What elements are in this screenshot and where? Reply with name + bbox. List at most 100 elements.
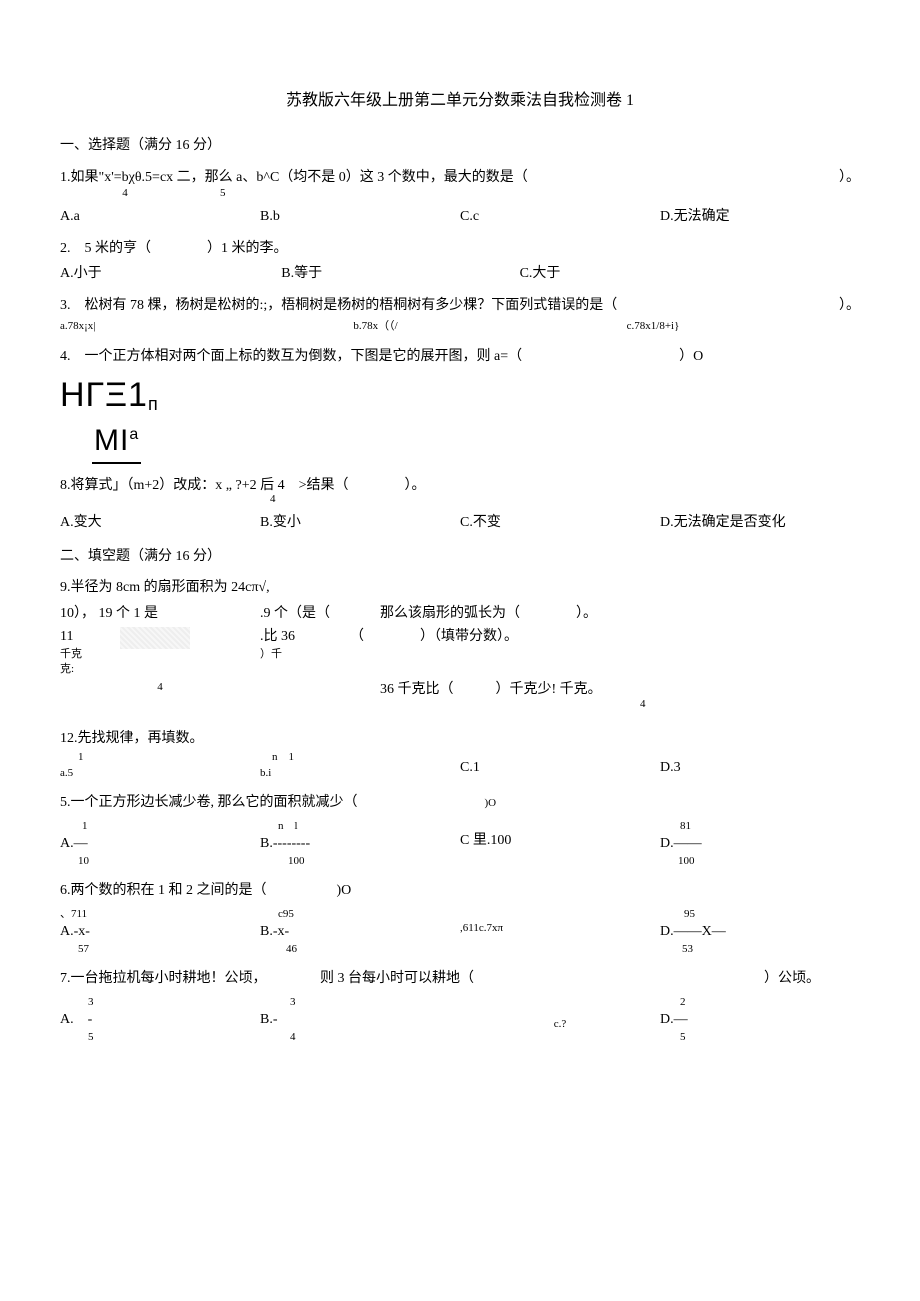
q7-text: 7.一台拖拉机每小时耕地！公顷，	[60, 969, 320, 989]
q7d-bot: 5	[680, 1030, 860, 1045]
q1-sub4: 4	[60, 186, 190, 201]
q6d-mid: D.——X—	[660, 922, 860, 942]
q1-opt-a: A.a	[60, 207, 260, 227]
q7c: c.?	[460, 995, 660, 1045]
q7-tail: ）公顷。	[580, 969, 860, 989]
q11-f: 4	[640, 697, 860, 712]
blur-placeholder	[120, 627, 190, 649]
question-8: 8.将算式」（m+2）改成：x „ ?+2 后 4 >结果（ ）。 4 A.变大…	[60, 476, 860, 533]
q12-text: 12.先找规律，再填数。	[60, 729, 860, 749]
question-4: 4. 一个正方体相对两个面上标的数互为倒数，下图是它的展开图，则 a=（ ）O …	[60, 347, 860, 464]
q6c: ,611c.7xπ	[460, 907, 660, 957]
q4-tail: ）O	[679, 349, 703, 364]
fig-row2: MI	[94, 424, 129, 457]
q1-text: 1.如果"x'=bχθ.5=cx 二，那么 a、b^C（均不是 0）这 3 个数…	[60, 170, 528, 185]
q2-opt-c: C.大于	[520, 264, 860, 284]
q5-text: 5.一个正方形边长减少卷, 那么它的面积就减少（	[60, 795, 358, 810]
question-1: 1.如果"x'=bχθ.5=cx 二，那么 a、b^C（均不是 0）这 3 个数…	[60, 168, 860, 227]
q5d-top: 81	[680, 819, 860, 834]
q6-text: 6.两个数的积在 1 和 2 之间的是（ )O	[60, 881, 860, 901]
q3-opt-a: a.78x¡x|	[60, 319, 293, 334]
q9-text: 9.半径为 8cm 的扇形面积为 24cπ√,	[60, 578, 860, 598]
q9-tail: 那么该扇形的弧长为（ ）。	[380, 604, 860, 624]
q1-opt-b: B.b	[260, 207, 460, 227]
q5b-top: n l	[278, 819, 460, 834]
q7b-mid: B.-	[260, 1010, 460, 1030]
q7-mid: 则 3 台每小时可以耕地（	[320, 969, 580, 989]
q5a-bot: 10	[78, 854, 260, 869]
section-1-head: 一、选择题（满分 16 分）	[60, 136, 860, 156]
question-6: 6.两个数的积在 1 和 2 之间的是（ )O 、711 A.-x- 57 c9…	[60, 881, 860, 957]
q11-d: 4	[60, 680, 260, 713]
cube-net-figure: HГΞ1п MIa	[60, 372, 860, 464]
q3-text: 3. 松树有 78 棵，杨树是松树的:;，梧桐树是杨树的梧桐树有多少棵？下面列式…	[60, 298, 617, 313]
q12-b-bot: b.i	[260, 766, 460, 781]
q8-opt-c: C.不变	[460, 513, 660, 533]
q8-opt-a: A.变大	[60, 513, 260, 533]
q11-a1: 11	[60, 627, 120, 647]
q1-opt-d: D.无法确定	[660, 207, 860, 227]
q5-tail: )O	[485, 797, 497, 809]
q11-b2: ）千	[260, 647, 350, 662]
q6a-top: 、711	[60, 907, 260, 922]
question-11-row2: 4 36 千克比（ ）千克少! 千克。 4	[60, 680, 860, 713]
q1-opt-c: C.c	[460, 207, 660, 227]
q6b-top: c95	[278, 907, 460, 922]
q7a-bot: 5	[88, 1030, 260, 1045]
q1-tail: ）。	[839, 168, 860, 188]
q7b-bot: 4	[290, 1030, 460, 1045]
q10-b: .9 个（是（	[260, 604, 380, 624]
q12-b-top: n 1	[272, 750, 460, 765]
question-5: 5.一个正方形边长减少卷, 那么它的面积就减少（ )O 1 A.— 10 n l…	[60, 793, 860, 869]
question-10: 10）， 19 个 1 是 .9 个（是（ 那么该扇形的弧长为（ ）。	[60, 604, 860, 624]
q11-a3: 克:	[60, 662, 120, 677]
q5a-top: 1	[82, 819, 260, 834]
q11-a2: 千克	[60, 647, 120, 662]
q2-opt-a: A.小于	[60, 264, 281, 284]
q7a-top: 3	[88, 995, 260, 1010]
q3-tail: ）。	[839, 296, 860, 316]
question-11: 11 千克 克: .比 36 ）千 （ ）（填带分数）。	[60, 627, 860, 677]
q7d-top: 2	[680, 995, 860, 1010]
q6b-bot: 46	[286, 942, 460, 957]
q7b-top: 3	[290, 995, 460, 1010]
q5a-mid: A.—	[60, 834, 260, 854]
question-12: 12.先找规律，再填数。 1 a.5 n 1 b.i C.1 D.3	[60, 729, 860, 781]
question-3: 3. 松树有 78 棵，杨树是松树的:;，梧桐树是杨树的梧桐树有多少棵？下面列式…	[60, 296, 860, 335]
q8-opt-d: D.无法确定是否变化	[660, 513, 860, 533]
q6d-top: 95	[684, 907, 860, 922]
page-title: 苏教版六年级上册第二单元分数乘法自我检测卷 1	[60, 90, 860, 112]
fig-row2-sup: a	[129, 426, 139, 443]
fig-pi: п	[148, 394, 158, 414]
q2-opt-b: B.等于	[281, 264, 519, 284]
q5d-bot: 100	[678, 854, 860, 869]
section-2-head: 二、填空题（满分 16 分）	[60, 547, 860, 567]
q6d-bot: 53	[682, 942, 860, 957]
q11-c: （ ）（填带分数）。	[350, 627, 860, 647]
q3-opt-c: c.78x1/8+i}	[587, 319, 860, 334]
q7a-mid: A. -	[60, 1010, 260, 1030]
q5b-mid: B.--------	[260, 834, 460, 854]
q7d-mid: D.—	[660, 1010, 860, 1030]
q5d-mid: D.——	[660, 834, 860, 854]
fig-row1: HГΞ1	[60, 376, 148, 414]
q12-a-bot: a.5	[60, 766, 260, 781]
q11-b1: .比 36	[260, 627, 350, 647]
q10-a: 10）， 19 个 1 是	[60, 604, 260, 624]
q5b-bot: 100	[288, 854, 460, 869]
q5c: C 里.100	[460, 819, 660, 869]
question-9: 9.半径为 8cm 的扇形面积为 24cπ√,	[60, 578, 860, 598]
q6a-mid: A.-x-	[60, 922, 260, 942]
q12-a-top: 1	[78, 750, 260, 765]
q6a-bot: 57	[78, 942, 260, 957]
question-2: 2. 5 米的亨（ ）1 米的李。 A.小于 B.等于 C.大于	[60, 239, 860, 284]
q3-opt-b: b.78x（（/	[293, 319, 586, 334]
q6b-mid: B.-x-	[260, 922, 460, 942]
question-7: 7.一台拖拉机每小时耕地！公顷， 则 3 台每小时可以耕地（ ）公顷。 3 A.…	[60, 969, 860, 1045]
q2-text: 2. 5 米的亨（ ）1 米的李。	[60, 239, 860, 259]
q8-opt-b: B.变小	[260, 513, 460, 533]
q12-c: C.1	[460, 750, 660, 781]
q12-d: D.3	[660, 750, 860, 781]
q4-text: 4. 一个正方体相对两个面上标的数互为倒数，下图是它的展开图，则 a=（	[60, 349, 522, 364]
q11-e: 36 千克比（ ）千克少! 千克。	[380, 682, 602, 697]
